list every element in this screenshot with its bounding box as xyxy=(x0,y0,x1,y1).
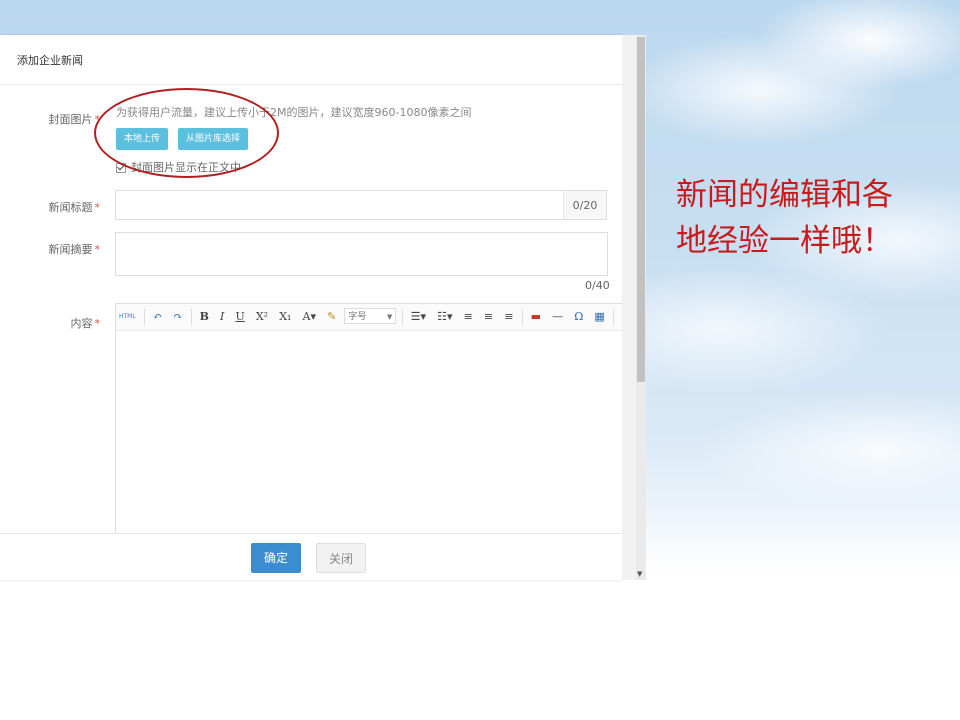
align-center-icon[interactable]: ≡ xyxy=(481,304,496,330)
news-summary-textarea[interactable] xyxy=(115,232,608,276)
dialog-title: 添加企业新闻 xyxy=(17,54,83,67)
scroll-down-arrow-icon[interactable]: ▼ xyxy=(637,570,642,578)
ok-button[interactable]: 确定 xyxy=(251,543,301,573)
superscript-icon[interactable]: X² xyxy=(253,304,271,330)
callout-text: 新闻的编辑和各地经验一样哦！ xyxy=(676,177,893,259)
dialog-footer: 确定 关闭 xyxy=(0,533,622,580)
scrollbar-thumb[interactable] xyxy=(637,37,645,382)
editor-toolbar: HTML ↶ ↷ B I U X² X₁ A▾ ✎ 字号 ▼ ☰▾ ☷▾ ≡ ≡ … xyxy=(115,303,622,331)
toolbar-divider xyxy=(612,309,614,325)
add-news-dialog: 添加企业新闻 封面图片 * 为获得用户流量，建议上传小于2M的图片，建议宽度960… xyxy=(0,35,622,580)
special-char-icon[interactable]: Ω xyxy=(571,304,586,330)
content-editor[interactable] xyxy=(115,331,622,533)
required-mark: * xyxy=(94,317,101,330)
font-size-placeholder: 字号 xyxy=(348,312,367,322)
news-title-label: 新闻标题 * xyxy=(0,199,101,215)
format-brush-icon[interactable]: ✎ xyxy=(324,304,339,330)
italic-icon[interactable]: I xyxy=(217,304,227,330)
undo-icon[interactable]: ↶ xyxy=(150,304,165,330)
html-icon[interactable]: HTML xyxy=(116,304,139,330)
required-mark: * xyxy=(94,201,101,214)
news-title-input[interactable] xyxy=(115,190,564,220)
unordered-list-icon[interactable]: ☷▾ xyxy=(434,304,455,330)
close-button[interactable]: 关闭 xyxy=(316,543,366,573)
toolbar-divider xyxy=(401,309,403,325)
horizontal-rule-icon[interactable]: — xyxy=(549,304,566,330)
toolbar-divider xyxy=(521,309,523,325)
table-icon[interactable]: ▦ xyxy=(591,304,607,330)
news-summary-counter: 0/40 xyxy=(585,279,610,292)
content-label: 内容 * xyxy=(0,315,101,331)
news-summary-label-text: 新闻摘要 xyxy=(48,243,93,256)
align-right-icon[interactable]: ≡ xyxy=(501,304,516,330)
cover-label-text: 封面图片 xyxy=(48,113,93,126)
redo-icon[interactable]: ↷ xyxy=(170,304,185,330)
toolbar-divider xyxy=(143,309,145,325)
news-summary-label: 新闻摘要 * xyxy=(0,241,101,257)
news-title-counter: 0/20 xyxy=(563,190,607,220)
image-icon[interactable]: ▬ xyxy=(528,304,544,330)
font-color-icon[interactable]: A▾ xyxy=(300,304,319,330)
chevron-down-icon: ▼ xyxy=(387,313,393,321)
font-size-select[interactable]: 字号 ▼ xyxy=(344,308,397,324)
cover-label: 封面图片 * xyxy=(0,111,101,127)
subscript-icon[interactable]: X₁ xyxy=(276,304,294,330)
underline-icon[interactable]: U xyxy=(232,304,247,330)
bold-icon[interactable]: B xyxy=(197,304,212,330)
required-mark: * xyxy=(94,243,101,256)
dialog-header: 添加企业新闻 xyxy=(0,35,622,85)
content-label-text: 内容 xyxy=(70,317,93,330)
align-left-icon[interactable]: ≡ xyxy=(461,304,476,330)
toolbar-divider xyxy=(190,309,192,325)
news-title-label-text: 新闻标题 xyxy=(48,201,93,214)
ordered-list-icon[interactable]: ☰▾ xyxy=(408,304,429,330)
annotation-ellipse xyxy=(94,88,279,178)
